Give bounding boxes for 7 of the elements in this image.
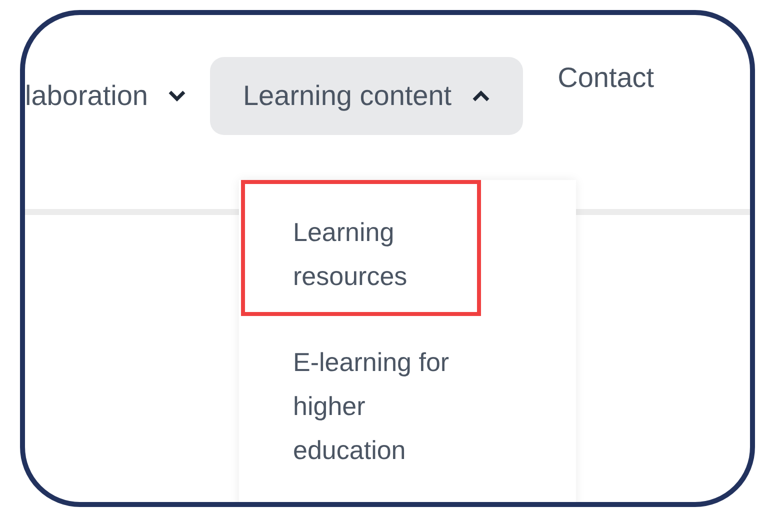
nav-menu-button[interactable]: Learning content — [210, 57, 523, 135]
nav-link[interactable]: Contact — [522, 57, 690, 99]
dropdown-item[interactable]: Learning resources — [241, 180, 481, 316]
chevron-up-icon — [472, 90, 490, 102]
dropdown-item[interactable]: E-learning for higher education — [241, 316, 481, 490]
nav-menu-button[interactable]: laboration — [25, 57, 210, 135]
chevron-down-icon — [168, 90, 186, 102]
